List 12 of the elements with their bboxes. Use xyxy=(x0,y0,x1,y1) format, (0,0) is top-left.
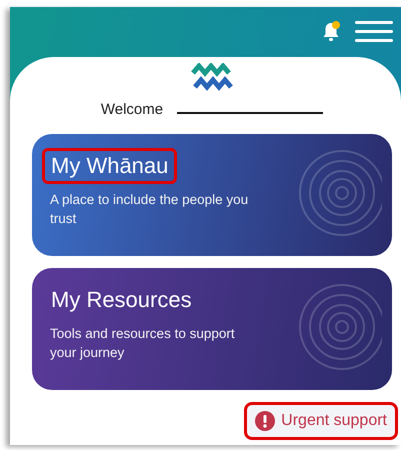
welcome-label: Welcome xyxy=(100,101,164,118)
card-description: A place to include the people you trust xyxy=(50,191,250,228)
logo-icon xyxy=(191,63,233,93)
menu-icon[interactable] xyxy=(355,21,393,43)
menu-card[interactable]: My Whānau A place to include the people you trust xyxy=(32,134,392,256)
card-title: My Whānau xyxy=(42,148,178,184)
alert-icon xyxy=(255,411,276,431)
bell-icon[interactable] xyxy=(321,21,341,43)
urgent-support-button[interactable]: Urgent support xyxy=(244,402,398,440)
menu-card[interactable]: My Resources Tools and resources to support your journey xyxy=(32,268,392,390)
card-title: My Resources xyxy=(50,286,193,314)
card-description: Tools and resources to support your journey xyxy=(50,325,236,362)
